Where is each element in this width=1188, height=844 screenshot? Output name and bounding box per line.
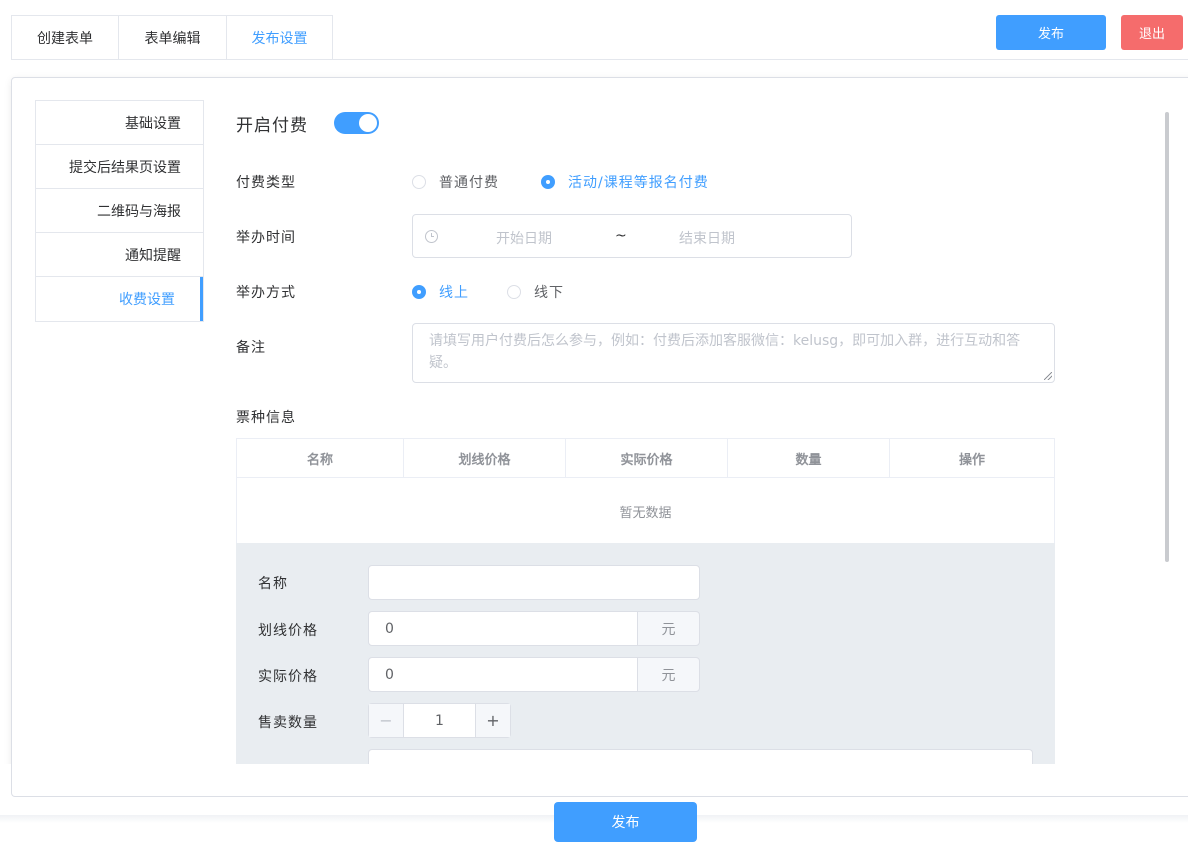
tab-divider bbox=[11, 59, 1188, 60]
tab-publish-settings[interactable]: 发布设置 bbox=[226, 15, 333, 60]
actual-price-input[interactable]: 0 bbox=[368, 657, 638, 692]
remarks-textarea[interactable]: 请填写用户付费后怎么参与，例如：付费后添加客服微信：kelusg，即可加入群，进… bbox=[412, 323, 1055, 383]
column-header-list-price: 划线价格 bbox=[404, 439, 566, 477]
exit-button[interactable]: 退出 bbox=[1121, 15, 1183, 50]
column-header-name: 名称 bbox=[237, 439, 404, 477]
side-item-result-page[interactable]: 提交后结果页设置 bbox=[36, 145, 203, 189]
scrollbar[interactable] bbox=[1165, 112, 1169, 562]
radio-label: 活动/课程等报名付费 bbox=[568, 175, 709, 191]
start-date-input[interactable]: 开始日期 bbox=[496, 228, 552, 248]
ticket-name-label: 名称 bbox=[258, 576, 288, 592]
event-time-label: 举办时间 bbox=[236, 230, 296, 246]
radio-label: 线上 bbox=[439, 285, 469, 301]
list-price-input[interactable]: 0 bbox=[368, 611, 638, 646]
ticket-info-label: 票种信息 bbox=[236, 410, 296, 426]
date-separator: ~ bbox=[615, 228, 627, 244]
plus-icon[interactable]: + bbox=[475, 704, 510, 737]
date-range-picker[interactable]: 开始日期 ~ 结束日期 bbox=[412, 214, 852, 258]
enable-payment-switch[interactable] bbox=[334, 112, 379, 134]
radio-normal-payment[interactable]: 普通付费 bbox=[412, 172, 499, 192]
table-empty-text: 暂无数据 bbox=[619, 505, 672, 521]
side-item-qrcode-poster[interactable]: 二维码与海报 bbox=[36, 189, 203, 233]
switch-knob bbox=[359, 114, 377, 132]
enable-payment-label: 开启付费 bbox=[236, 116, 308, 136]
quantity-stepper[interactable]: − 1 + bbox=[368, 703, 511, 738]
settings-side-menu: 基础设置 提交后结果页设置 二维码与海报 通知提醒 收费设置 bbox=[35, 100, 204, 322]
ticket-name-input[interactable] bbox=[368, 565, 700, 600]
clock-icon bbox=[425, 230, 438, 243]
list-price-unit: 元 bbox=[637, 611, 700, 646]
remarks-placeholder: 请填写用户付费后怎么参与，例如：付费后添加客服微信：kelusg，即可加入群，进… bbox=[429, 333, 1021, 371]
end-date-input[interactable]: 结束日期 bbox=[679, 228, 735, 248]
column-header-actions: 操作 bbox=[958, 452, 985, 468]
quantity-value[interactable]: 1 bbox=[404, 704, 475, 737]
payment-type-label: 付费类型 bbox=[236, 175, 296, 191]
side-item-notifications[interactable]: 通知提醒 bbox=[36, 233, 203, 277]
radio-label: 线下 bbox=[534, 285, 564, 301]
actual-price-label: 实际价格 bbox=[258, 669, 318, 685]
ticket-table: 名称 划线价格 实际价格 数量 操作 暂无数据 bbox=[236, 438, 1055, 545]
remarks-label: 备注 bbox=[236, 340, 266, 356]
tab-form-edit[interactable]: 表单编辑 bbox=[118, 15, 226, 60]
publish-bottom-button[interactable]: 发布 bbox=[554, 802, 697, 842]
table-header: 名称 划线价格 实际价格 数量 操作 bbox=[237, 439, 1054, 478]
list-price-label: 划线价格 bbox=[258, 623, 318, 639]
side-item-payment-settings[interactable]: 收费设置 bbox=[36, 277, 203, 321]
radio-circle-icon bbox=[412, 285, 426, 299]
side-item-basic-settings[interactable]: 基础设置 bbox=[36, 101, 203, 145]
card-bottom-edge bbox=[11, 764, 1188, 797]
radio-event-payment[interactable]: 活动/课程等报名付费 bbox=[541, 172, 709, 192]
quantity-label: 售卖数量 bbox=[258, 715, 318, 731]
column-header-quantity: 数量 bbox=[728, 439, 890, 477]
actual-price-unit: 元 bbox=[637, 657, 700, 692]
event-mode-label: 举办方式 bbox=[236, 285, 296, 301]
minus-icon[interactable]: − bbox=[369, 704, 404, 737]
radio-circle-icon bbox=[507, 285, 521, 299]
radio-circle-icon bbox=[541, 175, 555, 189]
radio-online[interactable]: 线上 bbox=[412, 282, 469, 302]
column-header-actual-price: 实际价格 bbox=[566, 439, 728, 477]
tab-create-form[interactable]: 创建表单 bbox=[11, 15, 118, 60]
radio-offline[interactable]: 线下 bbox=[507, 282, 564, 302]
resize-handle-icon[interactable] bbox=[1044, 372, 1052, 380]
top-tab-bar: 创建表单 表单编辑 发布设置 bbox=[11, 15, 333, 60]
radio-label: 普通付费 bbox=[439, 175, 499, 191]
publish-button[interactable]: 发布 bbox=[996, 15, 1106, 50]
radio-circle-icon bbox=[412, 175, 426, 189]
